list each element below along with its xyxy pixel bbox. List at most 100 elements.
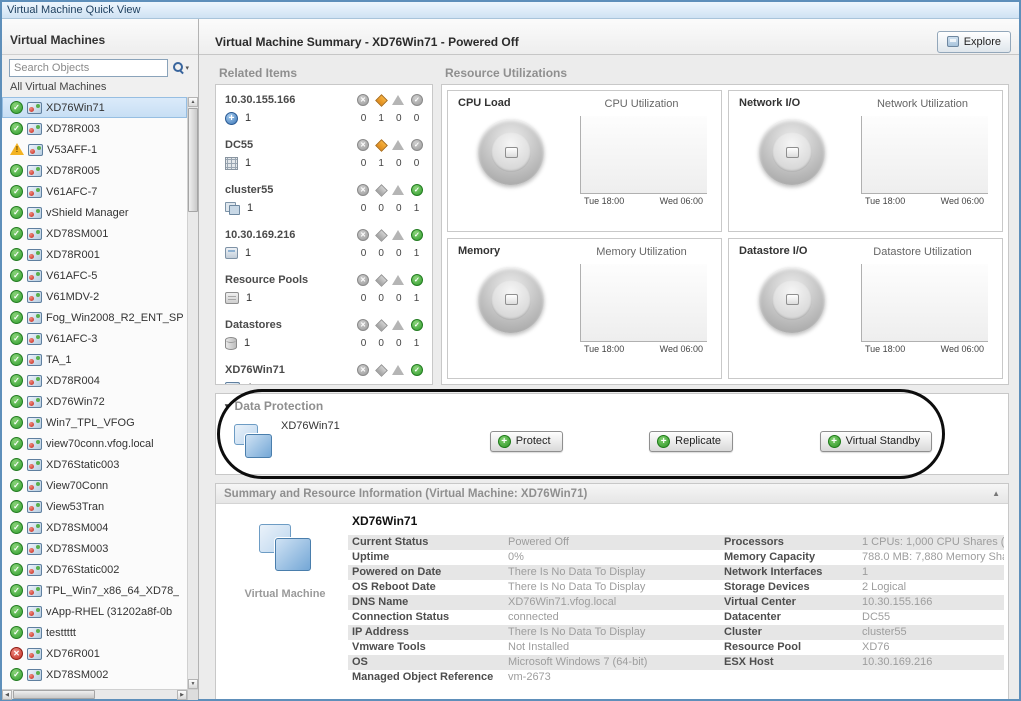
vm-label: XD78R003: [46, 123, 100, 135]
vm-list-item[interactable]: ✓XD78SM002: [2, 664, 187, 685]
vertical-scrollbar[interactable]: ▲ ▼: [187, 97, 198, 689]
search-input[interactable]: [9, 59, 168, 77]
field-value: There Is No Data To Display: [508, 625, 720, 640]
scroll-down-button[interactable]: ▼: [188, 679, 198, 689]
protect-button[interactable]: +Protect: [490, 431, 563, 452]
vm-list-item[interactable]: ✓XD76Static003: [2, 454, 187, 475]
vm-list-item[interactable]: ✓XD76Win71: [2, 97, 187, 118]
status-ok-icon: ✓: [10, 584, 23, 597]
vm-list-item[interactable]: ✓V61AFC-3: [2, 328, 187, 349]
status-ok-icon: ✓: [10, 332, 23, 345]
related-item-row[interactable]: 10.30.155.166✕✓10100: [216, 87, 432, 132]
horizontal-scrollbar[interactable]: ◀ ▶: [2, 689, 198, 699]
scroll-up-button[interactable]: ▲: [188, 97, 198, 107]
field-label: Virtual Center: [720, 595, 862, 610]
vm-list-item[interactable]: ✓XD78SM003: [2, 538, 187, 559]
vm-list-item[interactable]: ✓View70Conn: [2, 475, 187, 496]
vm-list-item[interactable]: ✓TA_1: [2, 349, 187, 370]
vm-list-item[interactable]: ✓vApp-RHEL (31202a8f-0b: [2, 601, 187, 622]
status-count: 0: [375, 383, 388, 386]
vm-list-item[interactable]: ✓TPL_Win7_x86_64_XD78_: [2, 580, 187, 601]
vm-list-item[interactable]: ✓V61MDV-2: [2, 286, 187, 307]
critical-icon: [375, 319, 387, 331]
vm-list-item[interactable]: ✓V61AFC-7: [2, 181, 187, 202]
plus-icon: +: [498, 435, 511, 448]
explore-button[interactable]: Explore: [937, 31, 1011, 53]
related-item-label: Datastores: [225, 319, 282, 331]
vm-list-item[interactable]: ✓XD76Static002: [2, 559, 187, 580]
chart-title: CPU Utilization: [572, 98, 711, 110]
scrollbar-thumb[interactable]: [13, 690, 95, 699]
scroll-right-button[interactable]: ▶: [177, 690, 187, 700]
field-label: Current Status: [348, 535, 508, 550]
vm-list-item[interactable]: ✓view70conn.vfog.local: [2, 433, 187, 454]
resource-quadrant: MemoryMemory UtilizationTue 18:00Wed 06:…: [447, 238, 722, 380]
vm-label: V53AFF-1: [47, 144, 97, 156]
vm-icon: [27, 375, 42, 387]
scrollbar-track[interactable]: [188, 107, 198, 679]
vm-list-item[interactable]: ✓vShield Manager: [2, 202, 187, 223]
gauge[interactable]: [759, 119, 825, 185]
scrollbar-track[interactable]: [12, 690, 177, 699]
vm-list-item[interactable]: ✓XD76Win72: [2, 391, 187, 412]
status-ok-icon: ✓: [10, 311, 23, 324]
vm-icon-large: [259, 524, 311, 571]
vm-icon: [27, 648, 42, 660]
field-value: XD76Win71.vfog.local: [508, 595, 720, 610]
critical-icon: [375, 229, 387, 241]
summary-row: Current StatusPowered OffProcessors1 CPU…: [348, 535, 1004, 550]
related-item-row[interactable]: cluster55✕✓10001: [216, 177, 432, 222]
item-count: 1: [247, 382, 253, 385]
fatal-icon: ✕: [357, 94, 369, 106]
summary-panel: Summary and Resource Information (Virtua…: [215, 483, 1009, 699]
vm-list-item[interactable]: ✓XD78SM001: [2, 223, 187, 244]
related-item-row[interactable]: DC55✕✓10100: [216, 132, 432, 177]
vm-icon: [27, 606, 42, 618]
vm-list-item[interactable]: ✓View53Tran: [2, 496, 187, 517]
collapse-caret-icon[interactable]: ▾: [225, 401, 230, 412]
vm-icon: [27, 186, 42, 198]
fatal-icon: ✕: [357, 229, 369, 241]
data-protection-panel: ▾ Data Protection XD76Win71 +Protect+Rep…: [215, 393, 1009, 475]
sidebar-title: Virtual Machines: [2, 19, 198, 55]
vm-list-item[interactable]: ✓Fog_Win2008_R2_ENT_SP: [2, 307, 187, 328]
field-label: Cluster: [720, 625, 862, 640]
replicate-button[interactable]: +Replicate: [649, 431, 733, 452]
vm-list-item[interactable]: ✓XD78R001: [2, 244, 187, 265]
gauge[interactable]: [478, 267, 544, 333]
all-virtual-machines-link[interactable]: All Virtual Machines: [2, 79, 198, 97]
scroll-left-button[interactable]: ◀: [2, 690, 12, 700]
data-protection-content: XD76Win71 +Protect+Replicate+Virtual Sta…: [216, 415, 1008, 467]
critical-icon: [375, 139, 387, 151]
vm-list-item[interactable]: ✓XD78R004: [2, 370, 187, 391]
vm-list-item[interactable]: ✓XD78R003: [2, 118, 187, 139]
status-ok-icon: ✓: [10, 185, 23, 198]
scrollbar-thumb[interactable]: [188, 108, 198, 212]
status-count: 0: [392, 203, 405, 214]
related-item-row[interactable]: Datastores✕✓10001: [216, 312, 432, 357]
vm-list-item[interactable]: ✓Win7_TPL_VFOG: [2, 412, 187, 433]
vm-icon: [27, 207, 42, 219]
gauge[interactable]: [478, 119, 544, 185]
vm-label: XD78SM003: [46, 543, 108, 555]
vm-list-item[interactable]: ✓testtttt: [2, 622, 187, 643]
virtual-standby-button[interactable]: +Virtual Standby: [820, 431, 932, 452]
vm-list-item[interactable]: ✓XD78SM004: [2, 517, 187, 538]
status-count: 0: [357, 113, 370, 124]
field-value: vm-2673: [508, 670, 720, 685]
vm-list-item[interactable]: ✓V61AFC-5: [2, 265, 187, 286]
cluster-icon: [225, 202, 240, 215]
vm-list-item[interactable]: ✕XD76R001: [2, 643, 187, 664]
gauge[interactable]: [759, 267, 825, 333]
main-area: Virtual Machine Summary - XD76Win71 - Po…: [199, 19, 1019, 699]
vm-list-item[interactable]: ✓XD78R005: [2, 160, 187, 181]
collapse-arrow-icon[interactable]: ▲: [992, 489, 1000, 498]
related-item-row[interactable]: Resource Pools✕✓10001: [216, 267, 432, 312]
search-button[interactable]: ▾: [170, 59, 192, 77]
vm-list-item[interactable]: V53AFF-1: [2, 139, 187, 160]
status-count: 0: [375, 293, 388, 304]
resource-quadrant: CPU LoadCPU UtilizationTue 18:00Wed 06:0…: [447, 90, 722, 232]
summary-title: Summary and Resource Information (Virtua…: [224, 488, 587, 500]
related-item-row[interactable]: XD76Win71✕✓10001: [216, 357, 432, 385]
related-item-row[interactable]: 10.30.169.216✕✓10001: [216, 222, 432, 267]
